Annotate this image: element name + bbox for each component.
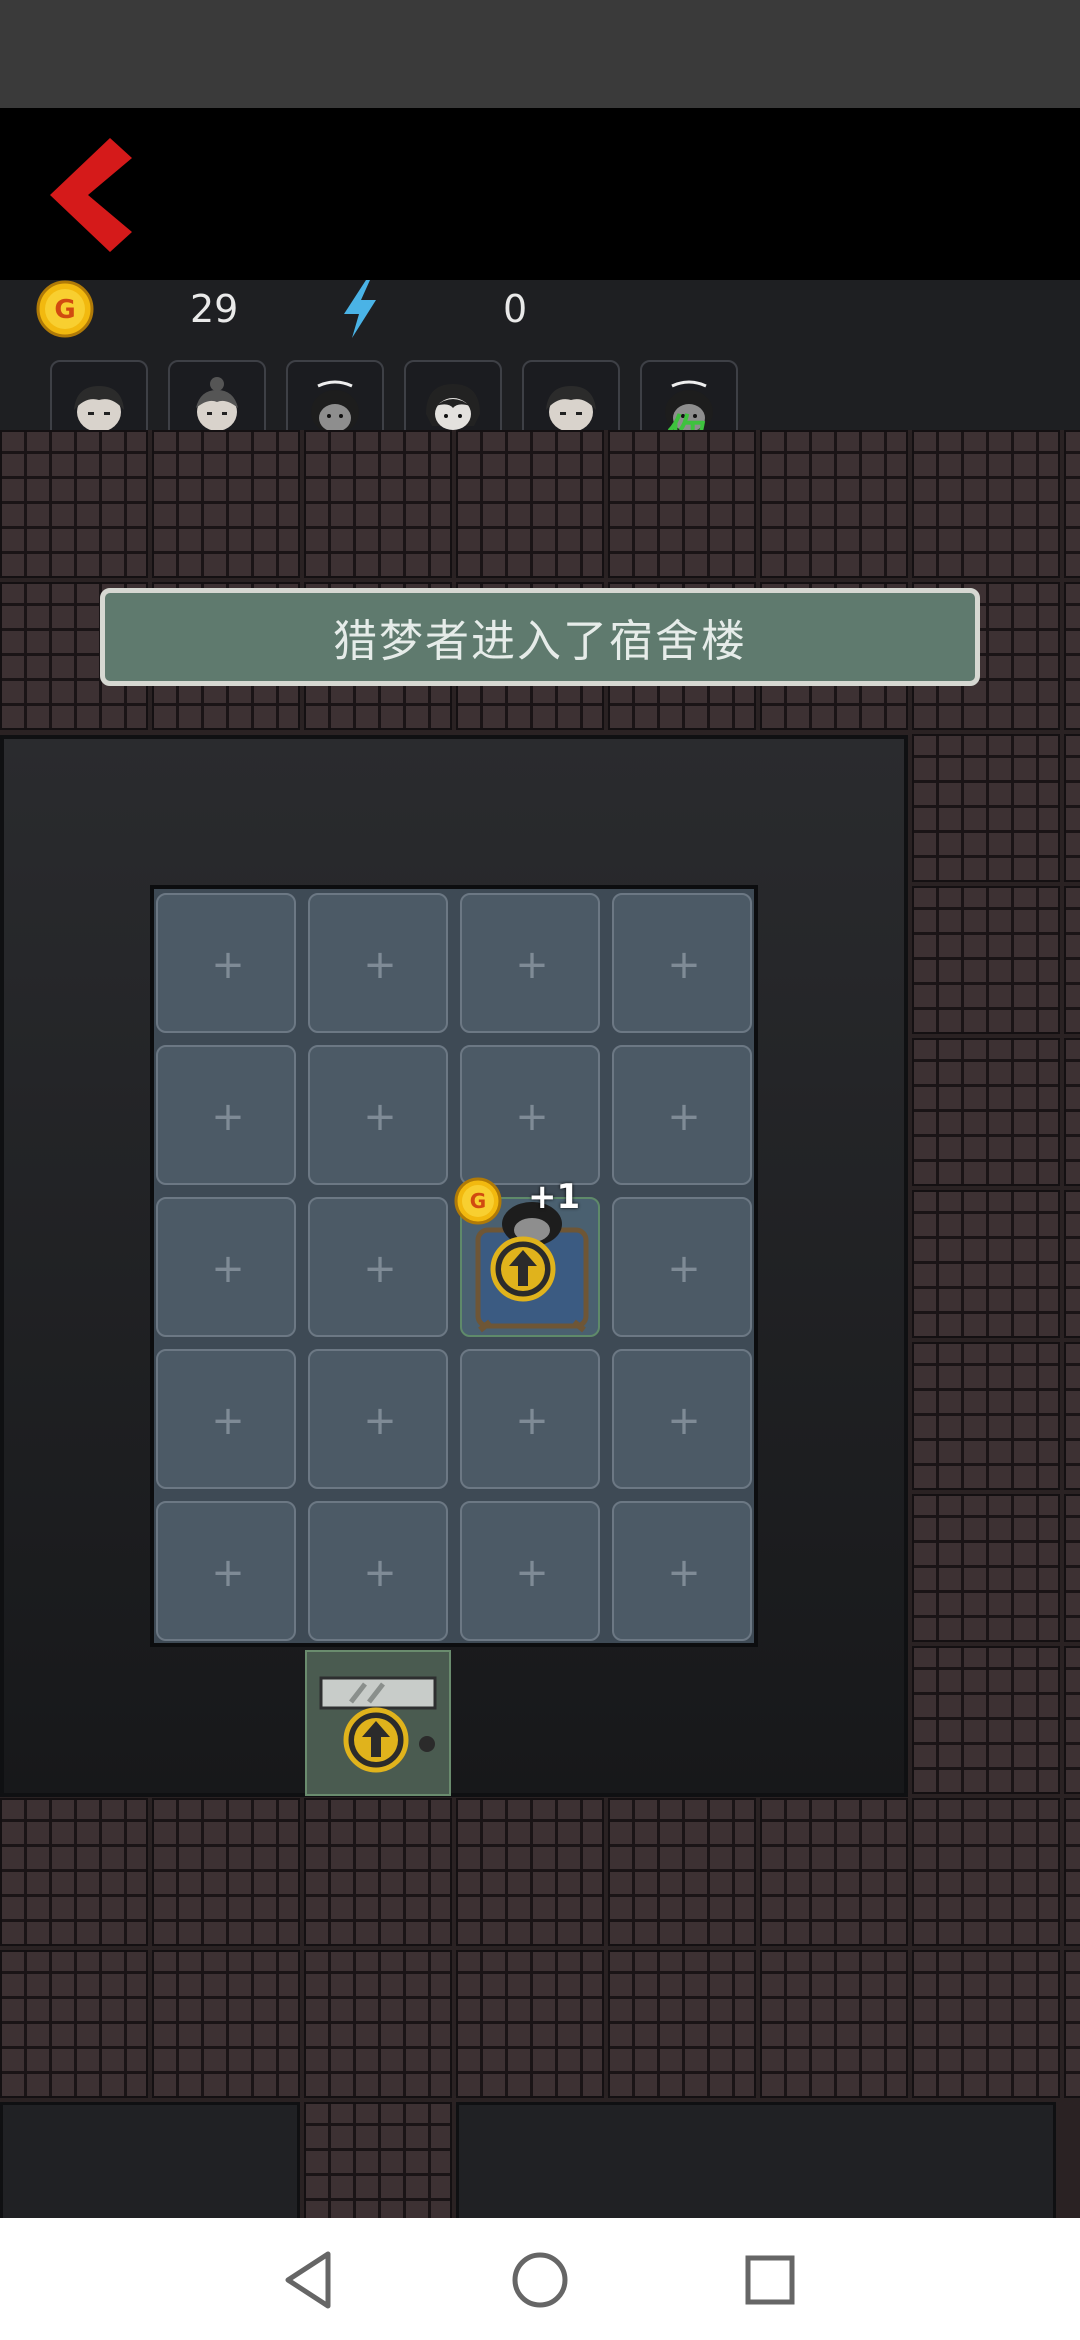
add-icon: +	[363, 1398, 397, 1444]
add-icon: +	[363, 1246, 397, 1292]
build-slot[interactable]: +	[308, 1501, 448, 1641]
lightning-icon	[340, 280, 380, 338]
build-slot[interactable]: +	[308, 893, 448, 1033]
add-icon: +	[363, 942, 397, 988]
coin-count: 29	[190, 287, 239, 331]
nav-recents-button[interactable]	[730, 2240, 810, 2320]
build-slot[interactable]: +	[612, 1045, 752, 1185]
build-slot[interactable]: +	[156, 893, 296, 1033]
coin-icon: G	[36, 280, 94, 338]
arrow-up-circle-icon[interactable]	[343, 1707, 409, 1773]
bed-coin-label: G	[470, 1189, 486, 1213]
build-slot[interactable]: +	[460, 1045, 600, 1185]
add-icon: +	[211, 942, 245, 988]
add-icon: +	[515, 942, 549, 988]
triangle-back-icon	[285, 2251, 331, 2309]
add-icon: +	[211, 1398, 245, 1444]
add-icon: +	[211, 1246, 245, 1292]
build-slot[interactable]: +	[156, 1501, 296, 1641]
build-slot[interactable]: +	[460, 1349, 600, 1489]
back-button[interactable]	[40, 130, 140, 260]
square-recents-icon	[745, 2255, 795, 2305]
add-icon: +	[667, 1550, 701, 1596]
build-slot[interactable]: +	[460, 893, 600, 1033]
build-slot[interactable]: +	[156, 1045, 296, 1185]
system-nav-bar	[0, 2218, 1080, 2340]
nav-back-button[interactable]	[270, 2240, 350, 2320]
build-slot[interactable]: +	[612, 1197, 752, 1337]
build-slot[interactable]: +	[612, 1501, 752, 1641]
build-slot[interactable]: +	[460, 1501, 600, 1641]
coin-label: G	[54, 295, 75, 325]
build-slot[interactable]: +	[612, 1349, 752, 1489]
energy-count: 0	[503, 287, 528, 331]
build-slot[interactable]: +	[612, 893, 752, 1033]
circle-home-icon	[512, 2252, 568, 2308]
add-icon: +	[667, 1246, 701, 1292]
add-icon: +	[515, 1398, 549, 1444]
event-banner: 猎梦者进入了宿舍楼	[100, 588, 980, 686]
build-slot[interactable]: +	[308, 1349, 448, 1489]
top-bar	[0, 108, 1080, 280]
coin-icon: G	[454, 1177, 502, 1225]
add-icon: +	[363, 1094, 397, 1140]
add-icon: +	[667, 1094, 701, 1140]
add-icon: +	[363, 1550, 397, 1596]
build-slot[interactable]: +	[156, 1349, 296, 1489]
status-bar	[0, 0, 1080, 108]
add-icon: +	[667, 1398, 701, 1444]
arrow-up-circle-icon[interactable]	[490, 1236, 556, 1302]
add-icon: +	[211, 1550, 245, 1596]
chevron-left-icon	[50, 138, 132, 252]
build-slot[interactable]: +	[308, 1045, 448, 1185]
build-slot[interactable]: +	[308, 1197, 448, 1337]
build-slot[interactable]: +	[156, 1197, 296, 1337]
nav-home-button[interactable]	[500, 2240, 580, 2320]
add-icon: +	[211, 1094, 245, 1140]
add-icon: +	[667, 942, 701, 988]
add-icon: +	[515, 1550, 549, 1596]
reward-popup: +1	[528, 1177, 581, 1217]
add-icon: +	[515, 1094, 549, 1140]
